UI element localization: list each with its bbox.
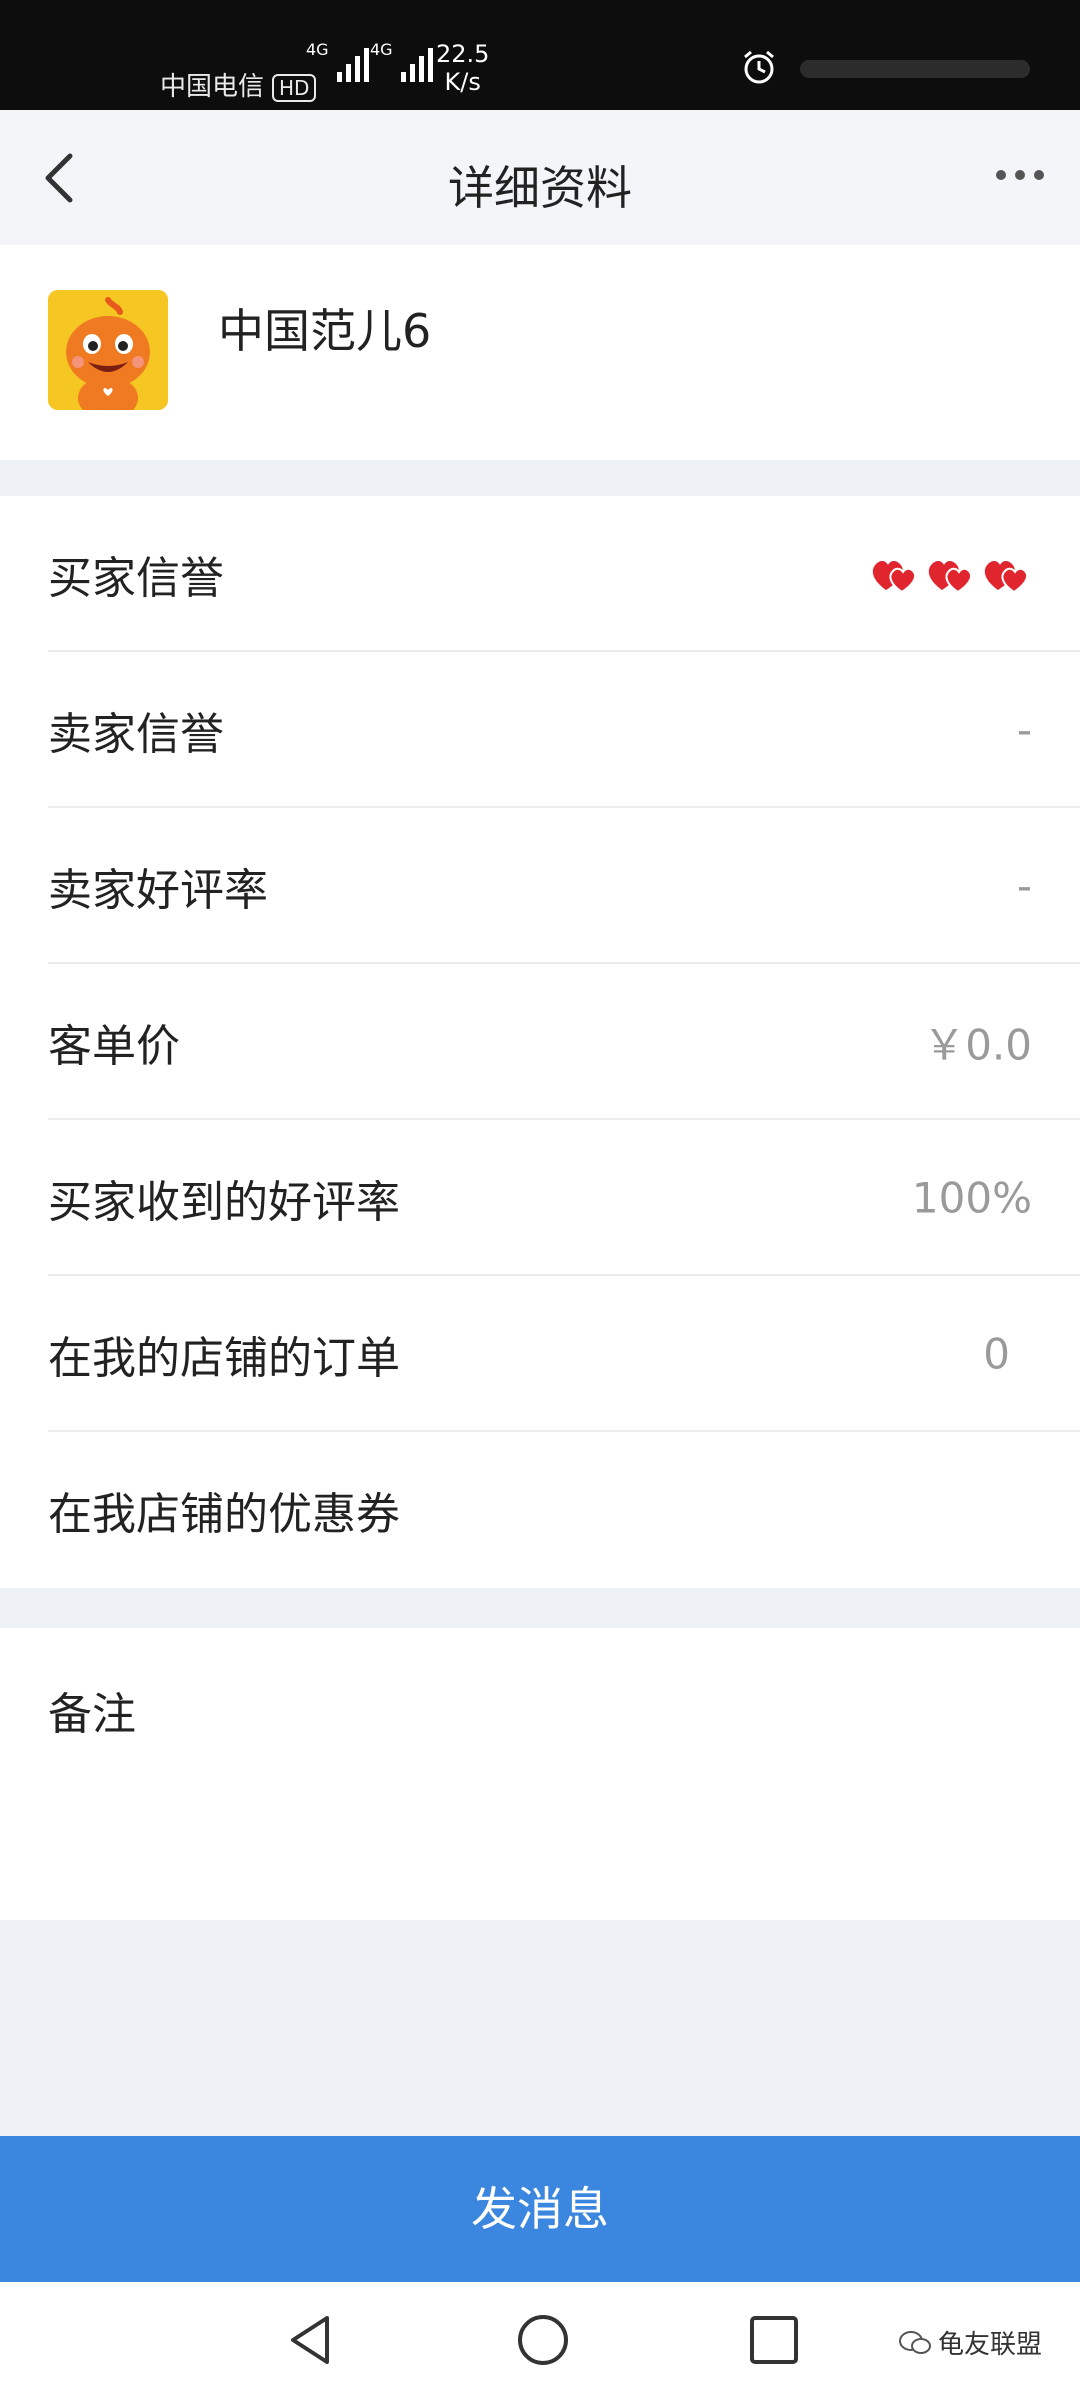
row-value: 0	[983, 1329, 1010, 1379]
signal-icon: 4G	[370, 40, 433, 82]
watermark: 龟友联盟	[898, 2324, 1042, 2361]
alarm-icon	[740, 48, 778, 90]
wechat-icon	[899, 2330, 931, 2354]
row-label: 在我的店铺的订单	[48, 1333, 400, 1384]
row-label: 卖家信誉	[48, 709, 224, 760]
row-orders-in-my-store[interactable]: 在我的店铺的订单 0	[0, 1276, 1080, 1432]
dot-icon	[996, 170, 1006, 180]
buyer-credit-hearts	[868, 552, 1032, 596]
row-buyer-credit[interactable]: 买家信誉	[0, 496, 1080, 652]
system-nav-bar: 龟友联盟	[0, 2282, 1080, 2400]
heart-icon	[872, 561, 917, 594]
triangle-back-icon	[291, 2316, 329, 2364]
row-label: 卖家好评率	[48, 865, 268, 916]
row-value: ￥0.0	[923, 1020, 1032, 1070]
blurred-status-icons	[800, 60, 1030, 78]
profile-name: 中国范儿6	[218, 304, 432, 358]
row-seller-positive-rate[interactable]: 卖家好评率 -	[0, 808, 1080, 964]
notes-section[interactable]: 备注	[0, 1628, 1080, 1920]
dot-icon	[1034, 170, 1044, 180]
speed-unit: K/s	[444, 68, 481, 96]
top-navbar: 详细资料	[0, 110, 1080, 245]
more-options-button[interactable]	[996, 170, 1044, 180]
system-back-button[interactable]	[285, 2312, 335, 2372]
system-home-button[interactable]	[515, 2312, 571, 2372]
row-value: -	[1016, 861, 1032, 911]
network-type-label: 4G	[306, 40, 329, 59]
avatar[interactable]	[48, 290, 168, 410]
heart-icon	[928, 561, 973, 594]
row-value: -	[1016, 705, 1032, 755]
row-buyer-received-positive-rate[interactable]: 买家收到的好评率 100%	[0, 1120, 1080, 1276]
signal-icon: 4G	[306, 40, 369, 82]
row-average-order-price[interactable]: 客单价 ￥0.0	[0, 964, 1080, 1120]
carrier-label: 中国电信 HD	[160, 66, 317, 103]
speed-value: 22.5	[436, 40, 490, 68]
row-label: 买家信誉	[48, 553, 224, 604]
network-type-label: 4G	[370, 40, 393, 59]
row-seller-credit[interactable]: 卖家信誉 -	[0, 652, 1080, 808]
send-message-button[interactable]: 发消息	[0, 2136, 1080, 2282]
dot-icon	[1015, 170, 1025, 180]
watermark-text: 龟友联盟	[938, 2330, 1043, 2360]
mascot-avatar-icon	[48, 290, 168, 410]
row-label: 客单价	[48, 1021, 180, 1072]
network-speed: 22.5 K/s	[436, 40, 489, 96]
circle-home-icon	[518, 2315, 568, 2365]
row-value: 100%	[911, 1173, 1032, 1223]
row-label: 买家收到的好评率	[48, 1177, 400, 1228]
carrier-name: 中国电信	[160, 72, 265, 102]
status-bar: 中国电信 HD 4G 4G 22.5 K/s	[0, 0, 1080, 110]
details-section: 买家信誉 卖家信誉 - 卖家好评率 - 客单价 ￥0.0 买家收到的好评率 10…	[0, 496, 1080, 1588]
row-coupons-in-my-store[interactable]: 在我店铺的优惠券	[0, 1432, 1080, 1588]
square-recents-icon	[750, 2316, 798, 2364]
notes-label: 备注	[48, 1689, 136, 1740]
row-label: 在我店铺的优惠券	[48, 1489, 400, 1540]
page-title: 详细资料	[448, 161, 632, 215]
heart-icon	[984, 561, 1029, 594]
profile-header[interactable]: 中国范儿6	[0, 245, 1080, 460]
system-recents-button[interactable]	[746, 2312, 802, 2372]
